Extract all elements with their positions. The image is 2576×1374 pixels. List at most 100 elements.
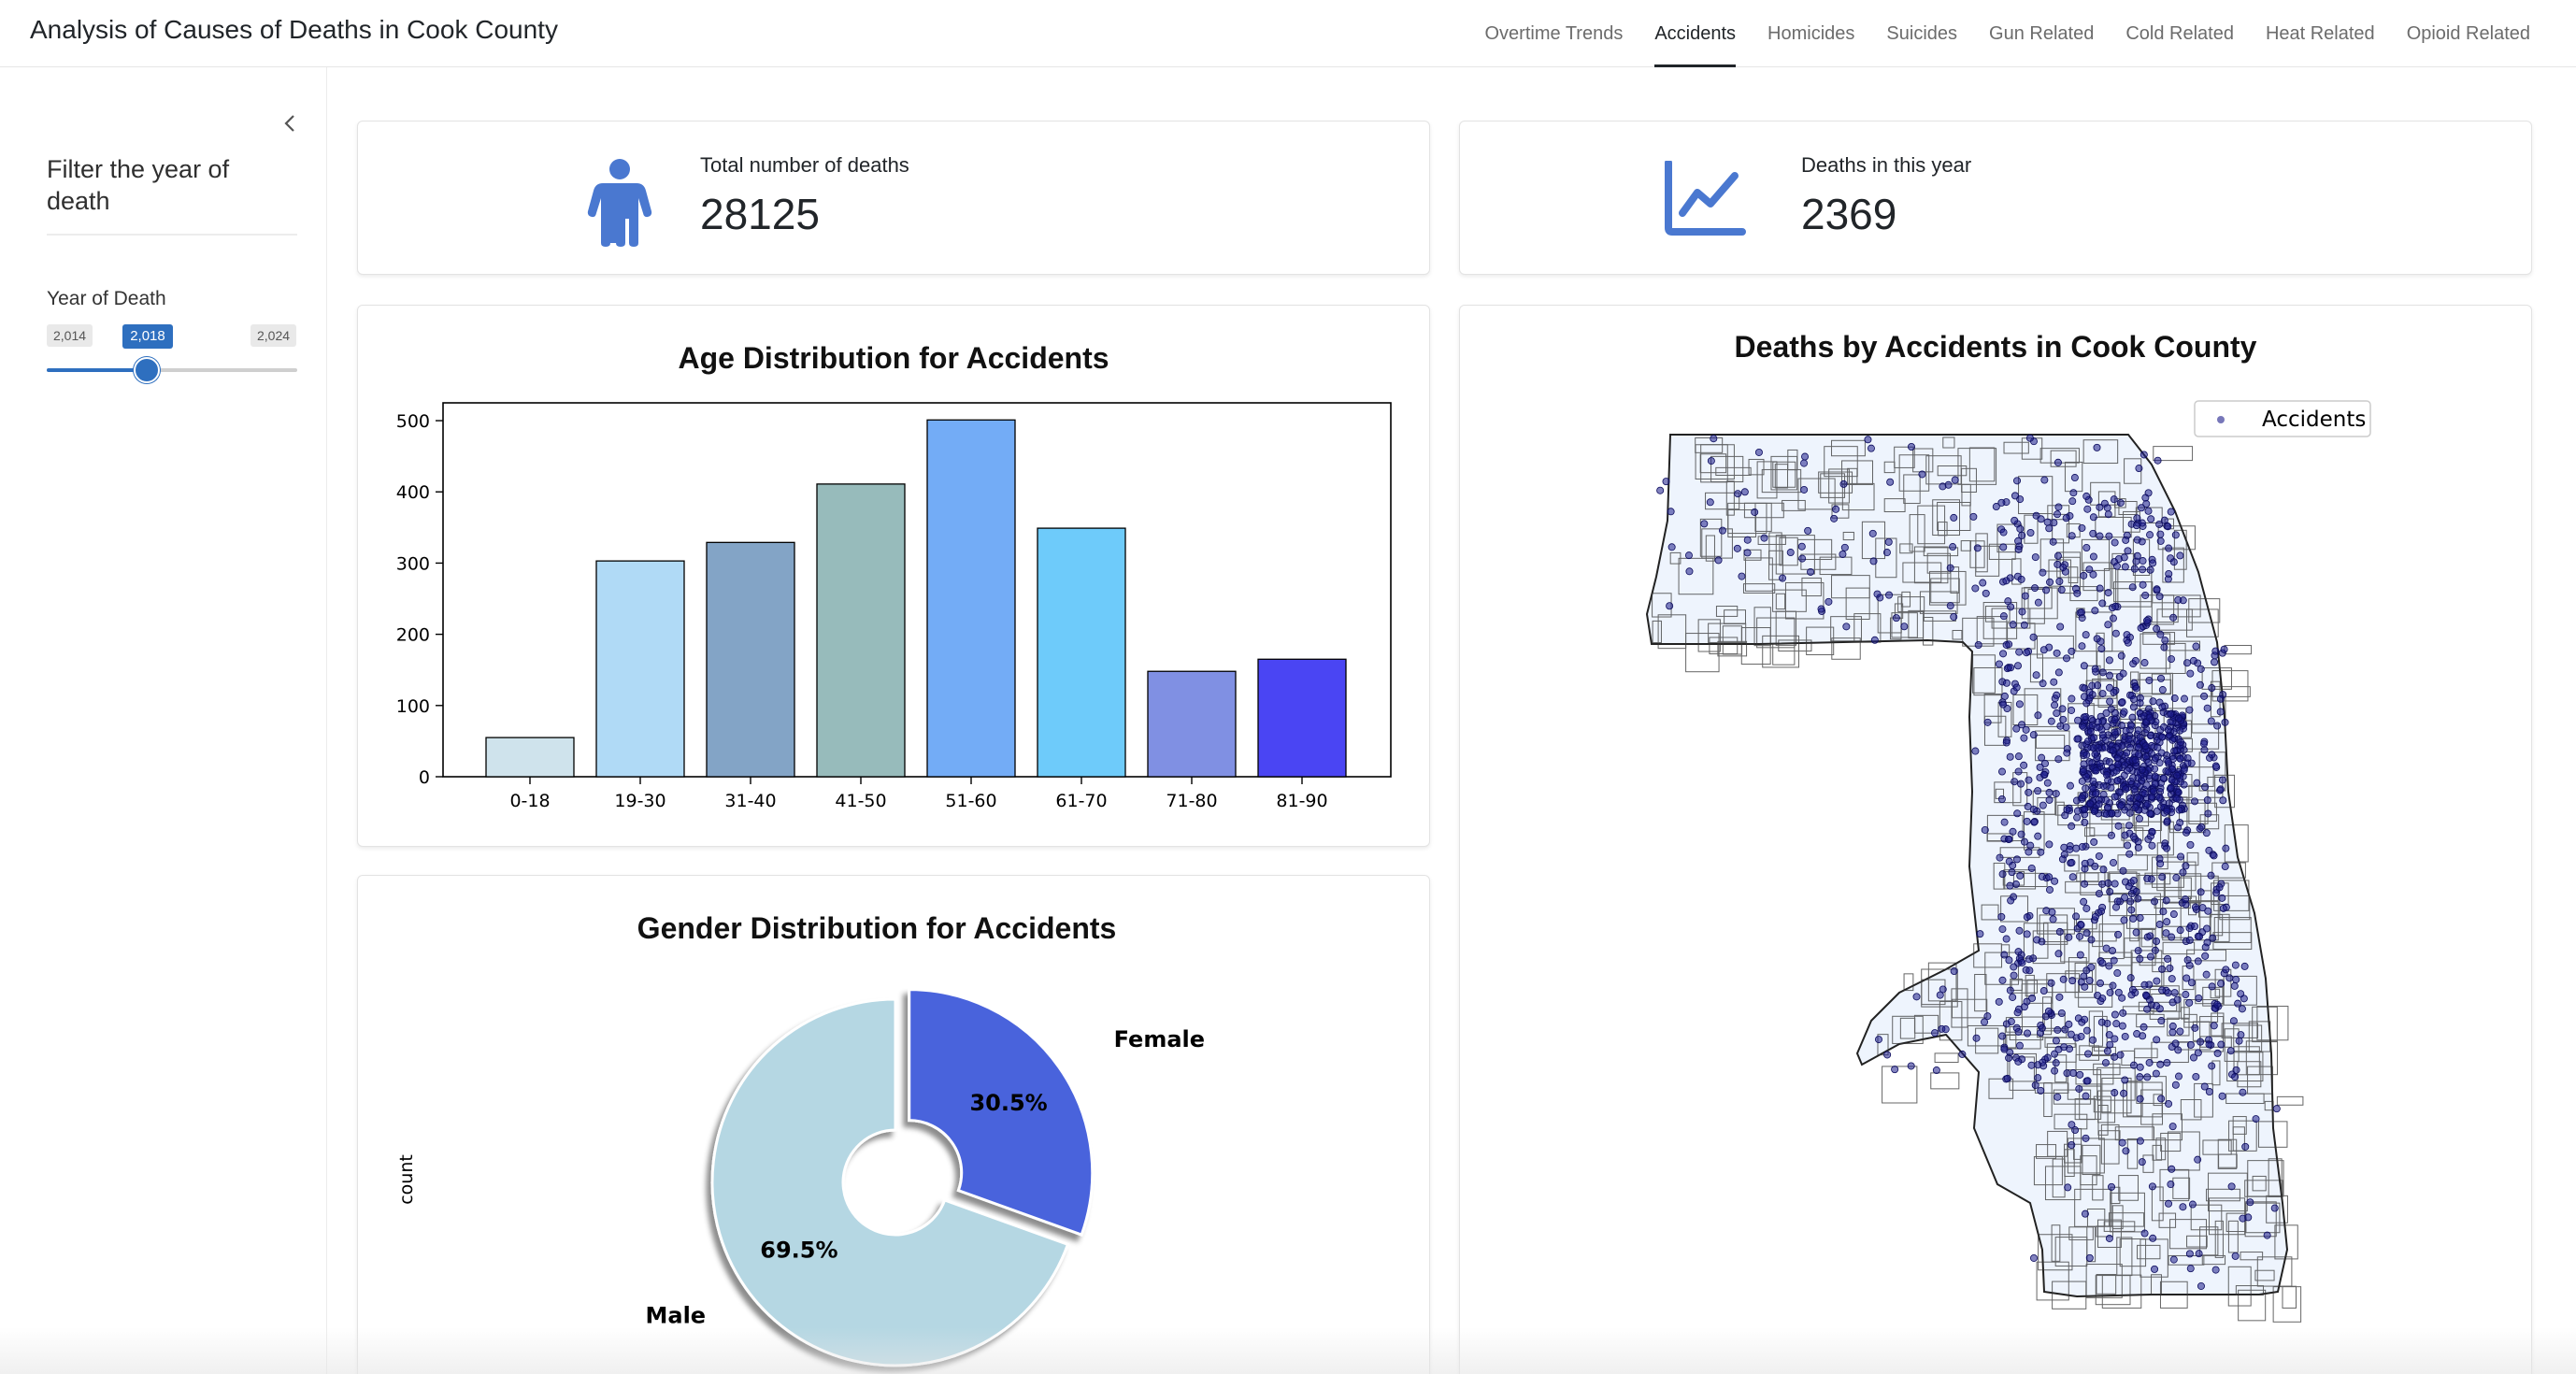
person-icon — [587, 159, 652, 247]
accident-point — [2039, 568, 2047, 577]
accident-point — [2110, 956, 2118, 965]
accident-point — [2263, 1231, 2271, 1239]
tab-opioid-related[interactable]: Opioid Related — [2391, 0, 2546, 67]
tab-overtime-trends[interactable]: Overtime Trends — [1469, 0, 1639, 67]
accident-point — [2144, 758, 2153, 766]
accident-point — [2153, 585, 2161, 594]
accident-point — [2241, 1142, 2250, 1151]
accident-point — [2006, 752, 2014, 761]
accident-point — [2034, 832, 2042, 840]
accident-point — [2068, 647, 2076, 655]
year-slider-handle[interactable] — [134, 357, 161, 383]
accident-point — [2023, 913, 2031, 922]
accident-point — [2068, 532, 2076, 540]
accident-point — [2158, 686, 2167, 694]
tab-cold-related[interactable]: Cold Related — [2110, 0, 2250, 67]
accident-point — [2158, 965, 2167, 973]
accident-point — [2231, 1073, 2240, 1081]
accident-point — [2106, 671, 2114, 680]
accident-point — [2025, 966, 2034, 975]
accident-point — [2009, 993, 2017, 1001]
accident-point — [1997, 794, 2006, 803]
accident-point — [2061, 1025, 2069, 1034]
accident-point — [2165, 1099, 2173, 1108]
accident-point — [1743, 536, 1752, 544]
accident-point — [2089, 513, 2097, 522]
accident-point — [2053, 709, 2061, 718]
accident-point — [2192, 642, 2200, 651]
tab-homicides[interactable]: Homicides — [1752, 0, 1870, 67]
accident-point — [2270, 1204, 2279, 1212]
tab-suicides[interactable]: Suicides — [1870, 0, 1973, 67]
accident-point — [2018, 721, 2026, 729]
accident-point — [2151, 765, 2159, 773]
accident-point — [2169, 613, 2178, 622]
accident-point — [1886, 478, 1895, 486]
accident-point — [2007, 1017, 2015, 1025]
accident-point — [2031, 584, 2039, 593]
accident-point — [2171, 1039, 2180, 1048]
accident-point — [2158, 733, 2167, 741]
accident-point — [2014, 752, 2023, 761]
accident-point — [2216, 785, 2225, 794]
accident-point — [2090, 734, 2098, 742]
accident-point — [2082, 1092, 2090, 1100]
accident-point — [2156, 860, 2165, 868]
accident-point — [2058, 705, 2067, 713]
accident-point — [2156, 530, 2165, 538]
accident-point — [1995, 660, 2003, 668]
accident-point — [2106, 697, 2114, 706]
tab-gun-related[interactable]: Gun Related — [1973, 0, 2110, 67]
accident-point — [1839, 551, 1847, 559]
accident-point — [2068, 822, 2076, 830]
accident-point — [2156, 630, 2165, 638]
kpi-year-label: Deaths in this year — [1801, 153, 1972, 177]
accident-point — [2134, 774, 2142, 782]
age-distribution-chart: 0 100 200 300 400 500 0-18 19-30 31-40 41-50 51-60… — [396, 402, 1392, 811]
top-navbar: Analysis of Causes of Deaths in Cook Cou… — [0, 0, 2576, 67]
accident-point — [2014, 948, 2023, 956]
accident-point — [1999, 528, 2008, 537]
accident-point — [2120, 1089, 2128, 1097]
accident-point — [2202, 970, 2211, 979]
tab-accidents[interactable]: Accidents — [1639, 0, 1752, 67]
accident-point — [2143, 874, 2152, 882]
accident-point — [2202, 829, 2211, 837]
accident-point — [2172, 874, 2181, 882]
accident-point — [1760, 534, 1768, 542]
pie-category-label: Female — [1114, 1026, 1205, 1052]
accident-point — [2029, 731, 2038, 739]
accident-point — [2145, 676, 2154, 684]
accident-point — [2091, 750, 2099, 758]
accident-point — [1950, 967, 1958, 976]
collapse-sidebar-button[interactable] — [277, 110, 303, 136]
year-slider-track[interactable] — [47, 357, 297, 383]
accident-point — [2119, 1009, 2127, 1017]
accident-point — [2188, 1200, 2197, 1209]
accident-point — [2230, 981, 2239, 990]
accident-point — [2020, 761, 2028, 769]
accident-point — [2082, 492, 2091, 500]
accident-point — [2165, 1199, 2173, 1208]
accident-point — [2168, 736, 2177, 744]
accident-point — [2121, 1076, 2129, 1084]
accident-point — [2000, 1045, 2009, 1053]
accident-point — [2140, 980, 2149, 989]
accident-point — [2121, 831, 2129, 839]
accident-point — [2015, 700, 2024, 708]
accident-point — [2086, 800, 2095, 809]
accident-point — [2154, 456, 2162, 465]
accident-point — [2091, 665, 2099, 673]
accident-point — [2111, 880, 2119, 888]
accident-point — [2208, 751, 2216, 759]
accident-point — [2136, 954, 2144, 963]
accident-point — [2109, 981, 2117, 990]
tab-heat-related[interactable]: Heat Related — [2250, 0, 2391, 67]
accident-point — [2082, 699, 2091, 708]
accident-point — [2002, 679, 2011, 687]
bar-71-80 — [1147, 670, 1237, 778]
accident-point — [2068, 1141, 2076, 1150]
accident-point — [2078, 642, 2086, 651]
accident-point — [1710, 435, 1718, 443]
accident-point — [2076, 951, 2084, 959]
